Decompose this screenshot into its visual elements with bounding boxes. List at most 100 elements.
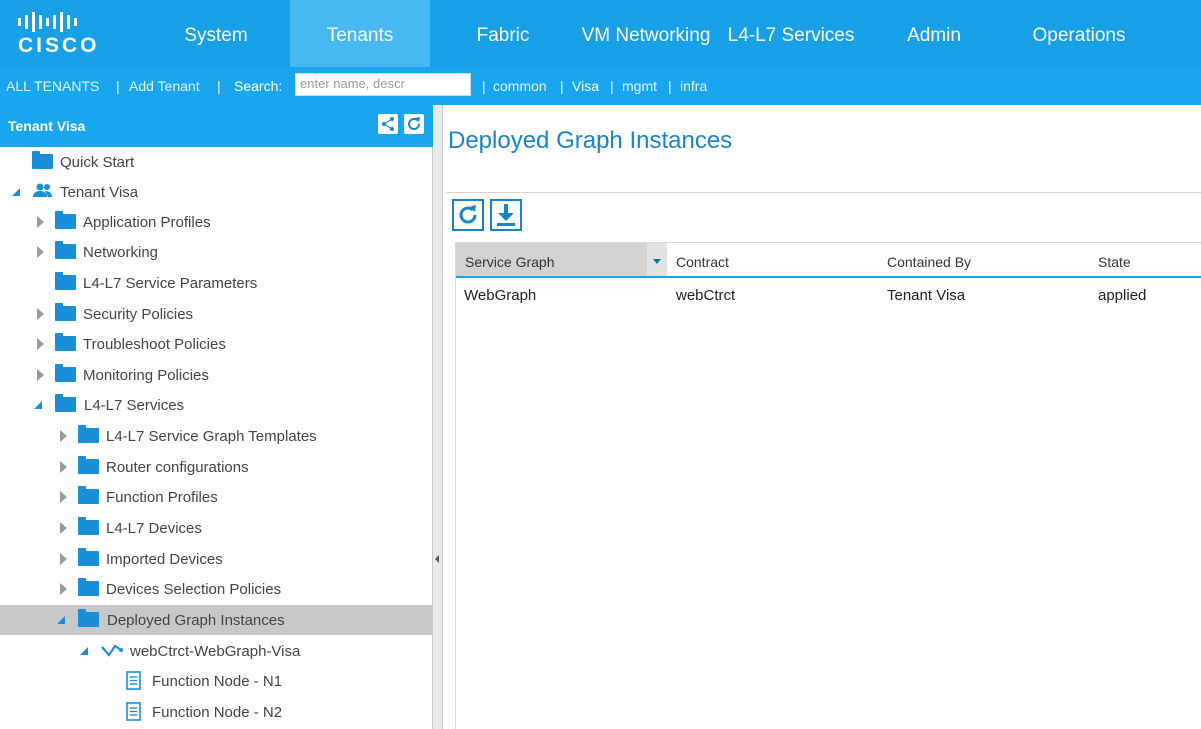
tree-item-label: Quick Start [60, 154, 135, 171]
download-button[interactable] [490, 199, 522, 231]
tree-item-l4-l7-devices[interactable]: L4-L7 Devices [0, 513, 433, 543]
separator: | [482, 78, 486, 94]
column-header-contained-by[interactable]: Contained By [878, 243, 1089, 276]
tree-item-label: Monitoring Policies [83, 367, 209, 384]
tenant-link-common[interactable]: common [493, 78, 547, 94]
expanded-arrow-icon[interactable] [12, 188, 20, 196]
expanded-arrow-icon[interactable] [57, 616, 65, 624]
collapsed-arrow-icon[interactable] [60, 461, 67, 473]
tenant-users-icon [32, 182, 54, 204]
collapsed-arrow-icon[interactable] [60, 583, 67, 595]
tab-operations[interactable]: Operations [1020, 0, 1138, 67]
tree-item-quick-start[interactable]: Quick Start [0, 147, 433, 177]
expanded-arrow-icon[interactable] [80, 647, 88, 655]
collapse-arrow-icon[interactable] [435, 555, 439, 563]
tenant-link-mgmt[interactable]: mgmt [622, 78, 657, 94]
tenant-link-visa[interactable]: Visa [572, 78, 599, 94]
folder-icon [32, 151, 53, 169]
folder-icon [78, 425, 99, 443]
cell-state: applied [1098, 287, 1147, 304]
tree-item-monitoring-policies[interactable]: Monitoring Policies [0, 360, 433, 390]
tab-fabric[interactable]: Fabric [460, 0, 546, 67]
separator: | [560, 78, 564, 94]
tab-l4-l7-services[interactable]: L4-L7 Services [722, 0, 860, 67]
column-header-state[interactable]: State [1089, 243, 1201, 276]
collapsed-arrow-icon[interactable] [60, 430, 67, 442]
collapsed-arrow-icon[interactable] [37, 338, 44, 350]
all-tenants-link[interactable]: ALL TENANTS [6, 78, 99, 94]
folder-icon [78, 609, 99, 627]
tab-system[interactable]: System [166, 0, 266, 67]
column-header-service-graph[interactable]: Service Graph [456, 243, 667, 276]
search-input[interactable]: enter name, descr [295, 73, 471, 96]
left-panel-header: Tenant Visa [0, 105, 433, 147]
expanded-arrow-icon[interactable] [34, 401, 42, 409]
collapsed-arrow-icon[interactable] [37, 216, 44, 228]
folder-icon [55, 303, 76, 321]
tree-item-function-node-n2[interactable]: Function Node - N2 [0, 697, 433, 727]
separator: | [668, 78, 672, 94]
collapsed-arrow-icon[interactable] [37, 246, 44, 258]
tree-item-security-policies[interactable]: Security Policies [0, 299, 433, 329]
tree-item-networking[interactable]: Networking [0, 237, 433, 267]
topology-icon[interactable] [378, 114, 398, 134]
tree-item-label: L4-L7 Devices [106, 520, 202, 537]
table-header: Service Graph Contract Contained By Stat… [456, 243, 1201, 278]
tree-item-imported-devices[interactable]: Imported Devices [0, 544, 433, 574]
column-menu-button[interactable] [647, 243, 667, 276]
tree-item-label: Function Profiles [106, 489, 218, 506]
tree-item-troubleshoot-policies[interactable]: Troubleshoot Policies [0, 329, 433, 359]
tree-item-label: Imported Devices [106, 551, 223, 568]
collapsed-arrow-icon[interactable] [60, 553, 67, 565]
panel-splitter[interactable] [433, 105, 443, 729]
cell-service-graph: WebGraph [464, 287, 537, 304]
tree-item-label: L4-L7 Service Graph Templates [106, 428, 317, 445]
folder-icon [78, 456, 99, 474]
tenant-subnav: ALL TENANTS | Add Tenant | Search: | com… [0, 67, 1201, 105]
top-navigation-bar: CISCO System Tenants Fabric VM Networkin… [0, 0, 1201, 67]
cisco-logo[interactable]: CISCO [18, 12, 118, 60]
tab-vm-networking[interactable]: VM Networking [578, 0, 714, 67]
separator: | [116, 78, 120, 94]
tree-item-l4-l7-service-parameters[interactable]: L4-L7 Service Parameters [0, 268, 433, 298]
cell-contract: webCtrct [676, 287, 736, 304]
tree-item-label: L4-L7 Services [84, 397, 185, 414]
folder-icon [55, 272, 76, 290]
tree-item-label: Router configurations [106, 459, 249, 476]
tree-item-label: Function Node - N2 [152, 704, 283, 721]
tree-item-service-graph-templates[interactable]: L4-L7 Service Graph Templates [0, 421, 433, 451]
folder-icon [55, 241, 76, 259]
refresh-button[interactable] [452, 199, 484, 231]
collapsed-arrow-icon[interactable] [37, 308, 44, 320]
function-node-icon [124, 702, 144, 726]
graph-instances-table: Service Graph Contract Contained By Stat… [455, 242, 1201, 729]
tree-item-deployed-graph-instances[interactable]: Deployed Graph Instances [0, 605, 433, 635]
column-header-contract[interactable]: Contract [667, 243, 878, 276]
tree-item-graph-instance[interactable]: webCtrct-WebGraph-Visa [0, 636, 433, 666]
tree-item-label: Deployed Graph Instances [107, 612, 285, 629]
folder-icon [78, 517, 99, 535]
tenant-link-infra[interactable]: infra [680, 78, 707, 94]
tree-item-function-profiles[interactable]: Function Profiles [0, 482, 433, 512]
refresh-icon[interactable] [404, 114, 424, 134]
collapsed-arrow-icon[interactable] [60, 491, 67, 503]
tree-item-l4-l7-services[interactable]: L4-L7 Services [0, 390, 433, 420]
tree-item-label: L4-L7 Service Parameters [83, 275, 258, 292]
tree-item-function-node-n1[interactable]: Function Node - N1 [0, 666, 433, 696]
add-tenant-link[interactable]: Add Tenant [129, 78, 200, 94]
separator: | [610, 78, 614, 94]
tree-item-devices-selection-policies[interactable]: Devices Selection Policies [0, 574, 433, 604]
collapsed-arrow-icon[interactable] [37, 369, 44, 381]
tab-admin[interactable]: Admin [892, 0, 976, 67]
collapsed-arrow-icon[interactable] [60, 522, 67, 534]
page-title: Deployed Graph Instances [448, 127, 733, 154]
graph-link-icon [100, 641, 124, 663]
tree-item-application-profiles[interactable]: Application Profiles [0, 207, 433, 237]
tab-tenants[interactable]: Tenants [290, 0, 430, 67]
tree-item-router-configurations[interactable]: Router configurations [0, 452, 433, 482]
tree-item-tenant-visa[interactable]: Tenant Visa [0, 177, 433, 207]
navigation-tree: Quick Start Tenant Visa Application Prof… [0, 147, 433, 729]
folder-icon [78, 486, 99, 504]
tree-item-label: Tenant Visa [60, 184, 139, 201]
folder-icon [78, 548, 99, 566]
